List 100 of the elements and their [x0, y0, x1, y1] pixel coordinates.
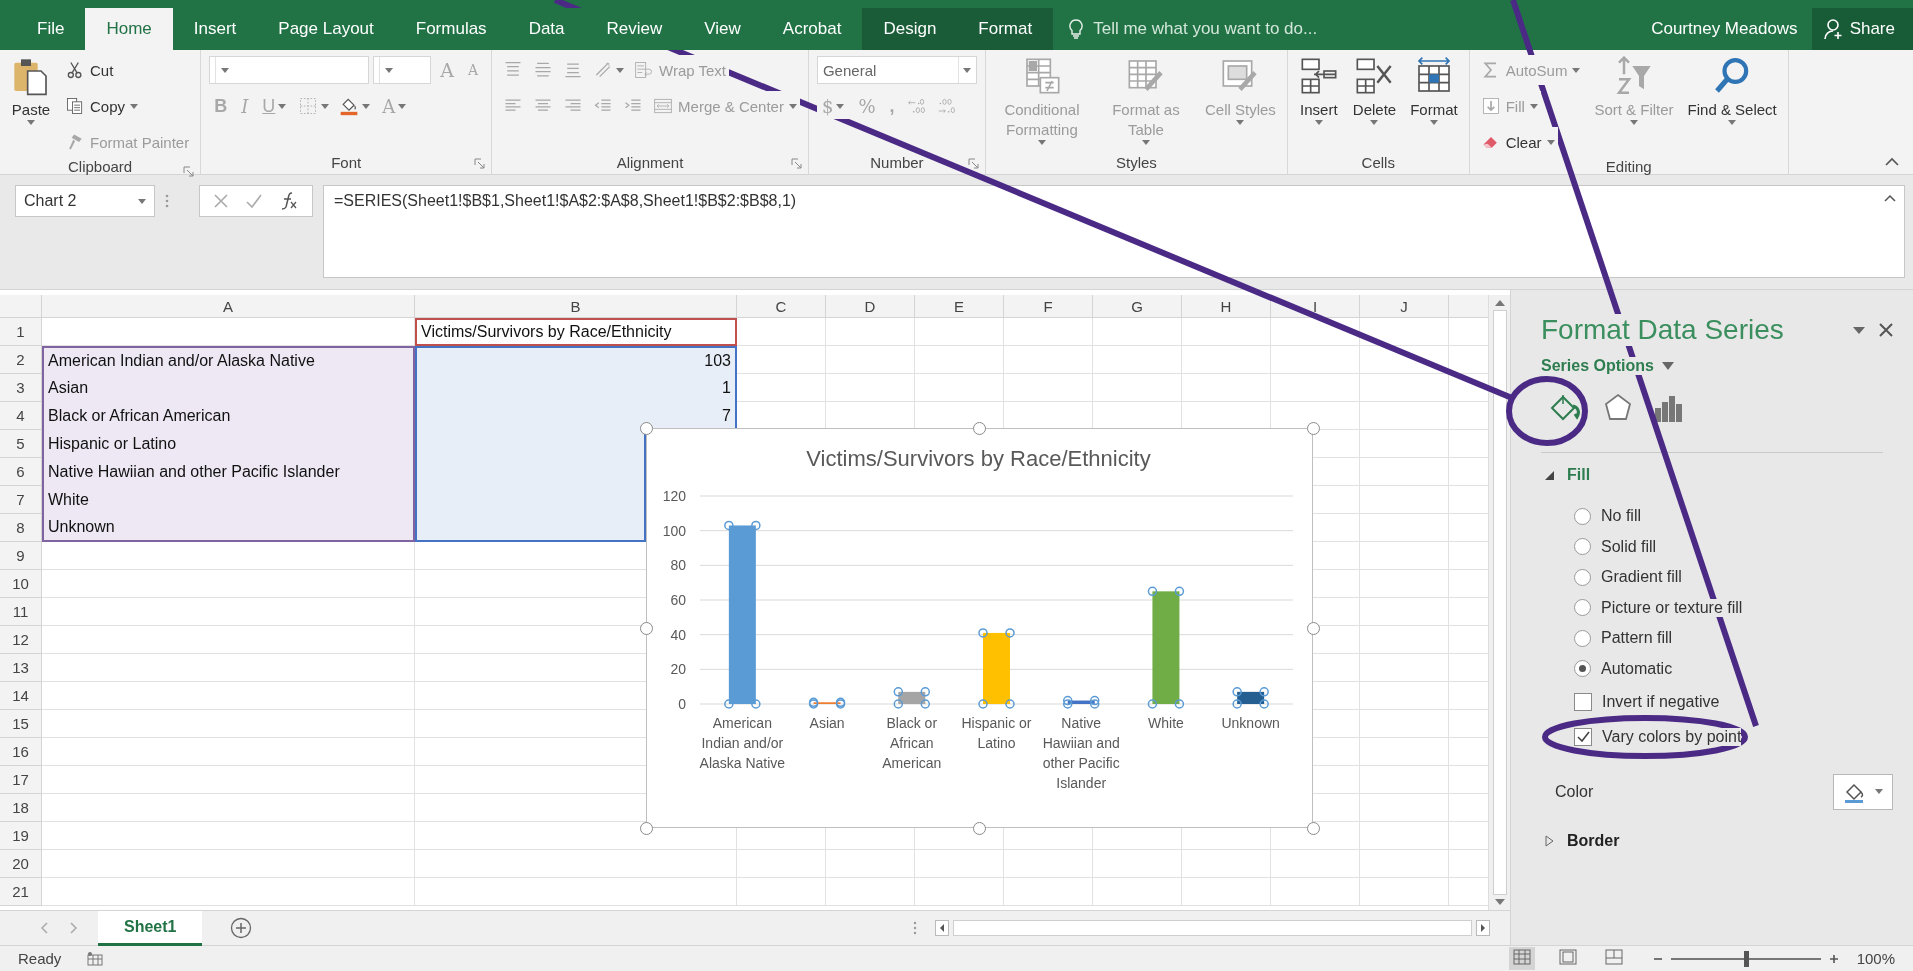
dialog-launcher-icon[interactable]: [183, 166, 195, 177]
row-header[interactable]: 15: [0, 710, 42, 738]
resize-handle[interactable]: [973, 421, 986, 435]
function-icon[interactable]: [280, 192, 298, 210]
scroll-left-icon[interactable]: [935, 920, 949, 936]
zoom-level[interactable]: 100%: [1856, 950, 1895, 967]
table-cell[interactable]: 7: [415, 402, 737, 430]
table-cell[interactable]: American Indian and/or Alaska Native: [42, 346, 415, 374]
ribbon-tab[interactable]: Home: [85, 8, 173, 50]
table-cell[interactable]: [415, 514, 646, 542]
scroll-up-icon[interactable]: [1494, 299, 1505, 306]
user-name[interactable]: Courtney Meadows: [1651, 8, 1812, 50]
ribbon-tab[interactable]: Format: [957, 8, 1054, 50]
column-header[interactable]: F: [1004, 295, 1093, 318]
row-header[interactable]: 17: [0, 766, 42, 794]
tell-me-field[interactable]: Tell me what you want to do...: [1091, 18, 1392, 40]
table-cell[interactable]: 1: [415, 374, 737, 402]
ribbon-button[interactable]: Find & Select: [1684, 54, 1780, 127]
table-cell[interactable]: Native Hawiian and other Pacific Islander: [42, 458, 415, 486]
radio-button[interactable]: [1574, 660, 1591, 678]
column-header[interactable]: D: [826, 295, 915, 318]
column-header[interactable]: B: [415, 295, 737, 318]
ribbon-button[interactable]: Format: [1407, 54, 1461, 127]
zoom-thumb[interactable]: [1743, 950, 1749, 967]
table-cell[interactable]: Unknown: [42, 514, 415, 542]
option-label[interactable]: Invert if negative: [1602, 692, 1720, 711]
horizontal-scrollbar[interactable]: [935, 918, 1490, 938]
chart[interactable]: [646, 428, 1313, 828]
next-sheet-icon[interactable]: [70, 922, 78, 934]
section-header[interactable]: Fill: [1567, 466, 1591, 484]
close-icon[interactable]: [1879, 323, 1893, 337]
row-header[interactable]: 8: [0, 514, 42, 542]
row-header[interactable]: 5: [0, 430, 42, 458]
formula-field[interactable]: =SERIES(Sheet1!$B$1,Sheet1!$A$2:$A$8,Sheet1!$B$2:$B$8,1): [323, 185, 1905, 278]
radio-button[interactable]: [1574, 629, 1591, 647]
row-header[interactable]: 3: [0, 374, 42, 402]
table-cell[interactable]: White: [42, 486, 415, 514]
color-picker-button[interactable]: [1833, 773, 1893, 810]
column-header[interactable]: E: [915, 295, 1004, 318]
row-header[interactable]: 14: [0, 682, 42, 710]
caret-icon[interactable]: [1853, 326, 1865, 334]
view-button[interactable]: [1508, 947, 1535, 970]
scroll-right-icon[interactable]: [1476, 920, 1490, 936]
dialog-launcher-icon[interactable]: [967, 158, 979, 169]
row-header[interactable]: 2: [0, 346, 42, 374]
row-header[interactable]: 11: [0, 598, 42, 626]
table-cell[interactable]: Black or African American: [42, 402, 415, 430]
series-options-dropdown[interactable]: Series Options: [1541, 357, 1654, 375]
column-header[interactable]: J: [1360, 295, 1449, 318]
expanded-triangle-icon[interactable]: [1545, 469, 1555, 481]
row-header[interactable]: 20: [0, 850, 42, 878]
ribbon-tab[interactable]: Review: [585, 8, 684, 50]
ribbon-button[interactable]: Delete: [1349, 54, 1400, 127]
dialog-launcher-icon[interactable]: [474, 158, 486, 169]
radio-button[interactable]: [1574, 568, 1591, 586]
column-header[interactable]: C: [737, 295, 826, 318]
column-header[interactable]: G: [1093, 295, 1182, 318]
name-box[interactable]: Chart 2: [15, 185, 155, 217]
option-label[interactable]: Vary colors by point: [1602, 727, 1742, 746]
row-header[interactable]: 21: [0, 878, 42, 906]
ribbon-tab[interactable]: Design: [862, 8, 958, 50]
caret-icon[interactable]: [1661, 362, 1674, 370]
bar[interactable]: [1067, 700, 1095, 704]
scroll-down-icon[interactable]: [1494, 899, 1505, 906]
section-header[interactable]: Border: [1567, 832, 1620, 850]
table-cell[interactable]: 103: [415, 346, 737, 374]
selection-handles[interactable]: [724, 520, 1269, 709]
resize-handle[interactable]: [1306, 421, 1320, 435]
dialog-launcher-icon[interactable]: [790, 158, 802, 169]
row-header[interactable]: 7: [0, 486, 42, 514]
row-header[interactable]: 10: [0, 570, 42, 598]
collapse-ribbon-icon[interactable]: [1885, 157, 1899, 166]
cancel-icon[interactable]: [214, 194, 228, 208]
add-sheet-icon[interactable]: [230, 917, 253, 939]
checkbox[interactable]: [1574, 727, 1592, 746]
check-icon[interactable]: [246, 194, 262, 208]
radio-button[interactable]: [1574, 599, 1591, 617]
collapsed-triangle-icon[interactable]: [1545, 835, 1555, 847]
column-header[interactable]: H: [1182, 295, 1271, 318]
row-header[interactable]: 19: [0, 822, 42, 850]
share-button[interactable]: Share: [1811, 8, 1913, 50]
table-cell[interactable]: Asian: [42, 374, 415, 402]
row-header[interactable]: 13: [0, 654, 42, 682]
vertical-scrollbar[interactable]: [1488, 295, 1510, 910]
radio-button[interactable]: [1574, 507, 1591, 525]
zoom-in-icon[interactable]: [1828, 953, 1839, 964]
sheet-tab[interactable]: Sheet1: [98, 910, 203, 946]
checkbox[interactable]: [1574, 692, 1592, 711]
row-header[interactable]: 16: [0, 738, 42, 766]
ribbon-button[interactable]: Insert: [1295, 54, 1342, 127]
row-header[interactable]: 6: [0, 458, 42, 486]
row-header[interactable]: 9: [0, 542, 42, 570]
radio-button[interactable]: [1574, 538, 1591, 556]
row-header[interactable]: 18: [0, 794, 42, 822]
bar[interactable]: [728, 525, 756, 704]
split-handle-icon[interactable]: [913, 921, 917, 935]
table-cell[interactable]: Victims/Survivors by Race/Ethnicity: [415, 318, 737, 346]
row-header[interactable]: 4: [0, 402, 42, 430]
collapse-icon[interactable]: [1884, 194, 1896, 202]
table-cell[interactable]: Hispanic or Latino: [42, 430, 415, 458]
